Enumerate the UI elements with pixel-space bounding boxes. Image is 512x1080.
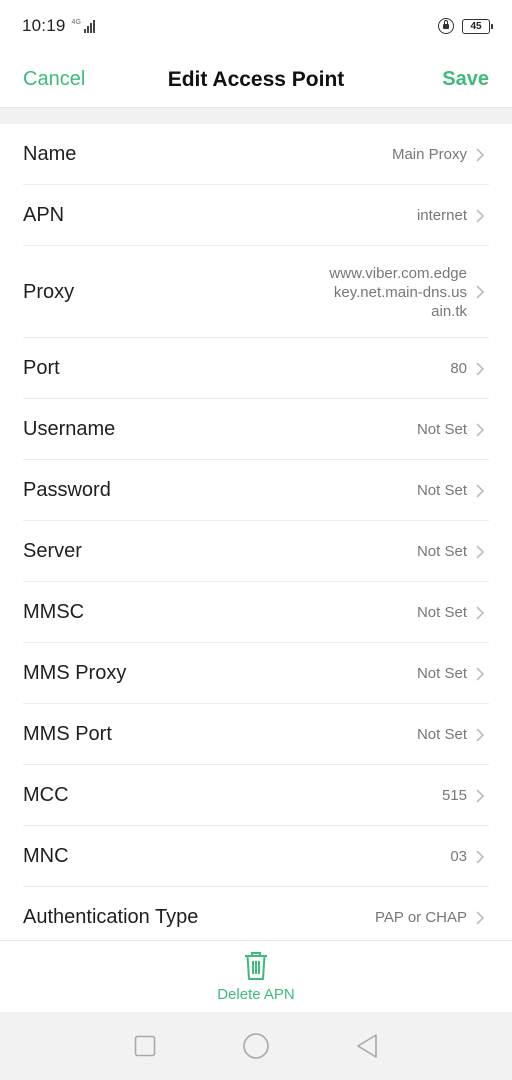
field-value: Main Proxy [391,146,467,163]
chevron-right-icon [471,665,489,683]
field-label: Proxy [23,280,75,303]
field-label: MMS Proxy [23,662,127,684]
header: Cancel Edit Access Point Save [0,52,512,108]
chevron-right-icon [471,726,489,744]
field-value: Not Set [416,543,467,560]
field-label: MCC [23,784,69,806]
field-label: APN [23,204,65,226]
field-value: Not Set [416,604,467,621]
field-row-server[interactable]: Server Not Set [0,521,512,582]
rotation-lock-icon [438,18,454,34]
cancel-button[interactable]: Cancel [23,68,85,91]
field-row-mmsc[interactable]: MMSC Not Set [0,582,512,643]
chevron-right-icon [471,604,489,622]
field-row-authentication-type[interactable]: Authentication Type PAP or CHAP [0,887,512,948]
field-row-mnc[interactable]: MNC 03 [0,826,512,887]
field-value: 80 [450,360,467,377]
delete-apn-label: Delete APN [217,986,295,1003]
save-button[interactable]: Save [442,68,489,91]
field-label: Username [23,418,116,440]
chevron-right-icon [471,207,489,225]
field-value: www.viber.com.edgekey.net.main-dns.usain… [329,264,467,320]
field-row-mcc[interactable]: MCC 515 [0,765,512,826]
field-label: Password [23,479,111,501]
signal-icon: 4G [72,19,95,33]
chevron-right-icon [471,848,489,866]
delete-apn-button[interactable]: Delete APN [0,940,512,1012]
system-nav-bar [0,1012,512,1080]
field-row-port[interactable]: Port 80 [0,338,512,399]
chevron-right-icon [471,543,489,561]
home-circle-icon[interactable] [241,1031,271,1061]
chevron-right-icon [471,146,489,164]
chevron-right-icon [471,360,489,378]
chevron-right-icon [471,787,489,805]
chevron-right-icon [471,421,489,439]
chevron-right-icon [471,909,489,927]
recents-square-icon[interactable] [130,1031,160,1061]
field-label: Authentication Type [23,906,199,928]
field-label: Port [23,357,60,379]
chevron-right-icon [471,482,489,500]
field-value: PAP or CHAP [375,909,467,926]
field-value: Not Set [416,482,467,499]
status-bar: 10:19 4G 45 [0,0,512,52]
field-row-mms-port[interactable]: MMS Port Not Set [0,704,512,765]
section-gap [0,108,512,124]
field-value: Not Set [416,665,467,682]
field-row-password[interactable]: Password Not Set [0,460,512,521]
field-value: Not Set [416,421,467,438]
field-label: MMSC [23,601,85,623]
field-label: MMS Port [23,723,112,745]
network-type: 4G [71,19,81,26]
battery-icon: 45 [462,18,493,34]
field-row-name[interactable]: Name Main Proxy [0,124,512,185]
apn-field-list: Name Main Proxy APN internet Proxy www.v… [0,124,512,948]
field-row-mms-proxy[interactable]: MMS Proxy Not Set [0,643,512,704]
field-label: Name [23,143,77,165]
clock: 10:19 [22,16,66,35]
field-label: MNC [23,845,69,867]
field-row-proxy[interactable]: Proxy www.viber.com.edgekey.net.main-dns… [0,246,512,338]
field-label: Server [23,540,82,562]
field-value: 03 [450,848,467,865]
field-value: Not Set [416,726,467,743]
field-row-username[interactable]: Username Not Set [0,399,512,460]
trash-icon [241,950,271,982]
field-value: internet [416,207,467,224]
field-value: 515 [441,787,467,804]
field-row-apn[interactable]: APN internet [0,185,512,246]
chevron-right-icon [471,283,489,301]
back-triangle-icon[interactable] [352,1031,382,1061]
